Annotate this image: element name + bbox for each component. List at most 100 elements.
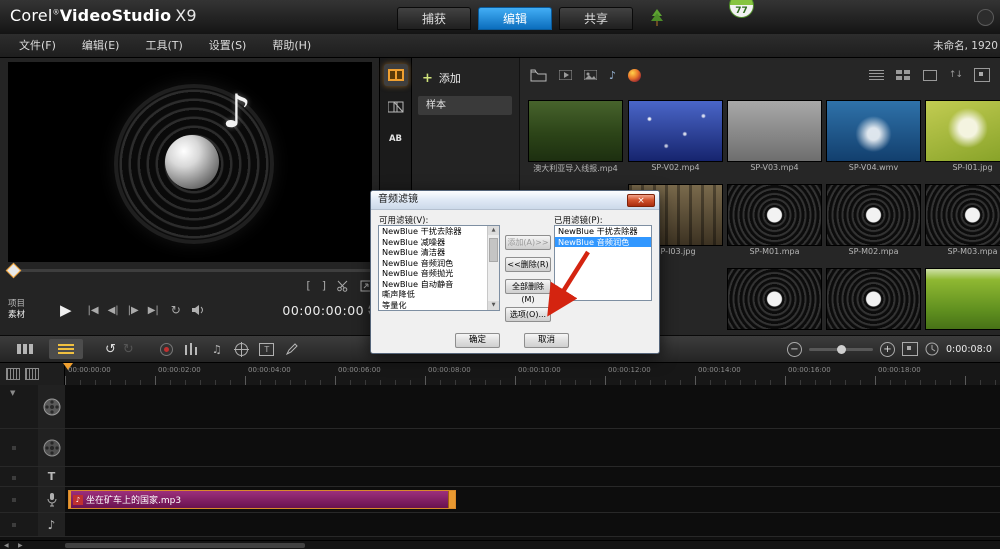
nav-media-button[interactable] xyxy=(383,64,408,86)
list-scrollbar[interactable]: ▲ ▼ xyxy=(487,226,499,310)
overlay-track-button[interactable] xyxy=(38,429,66,466)
ok-button[interactable]: 确定 xyxy=(455,333,500,348)
motion-tracking-button[interactable] xyxy=(233,340,251,358)
record-capture-button[interactable] xyxy=(158,340,176,358)
video-track-lane[interactable] xyxy=(65,385,1000,428)
repeat-button[interactable]: ↻ xyxy=(171,303,181,317)
library-thumbnail[interactable] xyxy=(727,268,822,330)
subtitle-editor-button[interactable]: T xyxy=(258,340,276,358)
painting-creator-button[interactable] xyxy=(283,340,301,358)
storyboard-view-button[interactable] xyxy=(8,339,42,359)
scroll-right-button[interactable]: ▶ xyxy=(18,542,23,549)
split-clip-icon[interactable] xyxy=(337,280,349,292)
menu-settings[interactable]: 设置(S) xyxy=(196,34,260,58)
tab-capture[interactable]: 捕获 xyxy=(397,7,471,30)
clip-left-edge[interactable] xyxy=(69,491,71,508)
track-options-icon[interactable] xyxy=(12,475,16,480)
timeline-zoom-slider[interactable] xyxy=(809,344,873,354)
gallery-item-samples[interactable]: 样本 xyxy=(418,96,512,115)
nav-transition-button[interactable] xyxy=(384,96,408,118)
seek-bar[interactable] xyxy=(5,262,372,279)
add-gallery-button[interactable]: + 添加 xyxy=(422,70,461,86)
menu-tools[interactable]: 工具(T) xyxy=(132,34,195,58)
nav-title-button[interactable]: AB xyxy=(384,128,408,150)
overlay-track-lane[interactable] xyxy=(65,429,1000,466)
scroll-up-icon[interactable]: ▲ xyxy=(488,226,499,235)
scroll-thumb[interactable] xyxy=(489,238,498,262)
remove-filter-button[interactable]: <<删除(R) xyxy=(505,257,551,272)
notification-badge[interactable]: 77 xyxy=(729,0,754,18)
library-thumbnail[interactable] xyxy=(925,268,1000,330)
fit-project-icon[interactable] xyxy=(902,342,918,356)
track-options-icon[interactable] xyxy=(12,445,16,450)
title-track-lane[interactable] xyxy=(65,467,1000,486)
voice-track-button[interactable] xyxy=(38,487,66,512)
music-track-button[interactable]: ♪ xyxy=(38,513,66,536)
menu-edit[interactable]: 编辑(E) xyxy=(69,34,133,58)
library-thumbnail[interactable]: SP-I01.jpg xyxy=(925,100,1000,175)
filter-list-item[interactable]: NewBlue 自动静音 xyxy=(379,279,499,290)
filter-photo-icon[interactable] xyxy=(584,70,597,80)
previous-frame-button[interactable]: ◀| xyxy=(108,305,119,316)
cloud-media-icon[interactable] xyxy=(628,68,642,82)
scroll-left-button[interactable]: ◀ xyxy=(4,542,9,549)
filter-video-icon[interactable] xyxy=(559,70,572,80)
menu-file[interactable]: 文件(F) xyxy=(6,34,69,58)
filter-list-item[interactable]: 等量化 xyxy=(379,300,499,311)
redo-button[interactable]: ↻ xyxy=(123,342,134,357)
ripple-editing-icon[interactable] xyxy=(25,368,39,380)
auto-music-button[interactable]: ♫ xyxy=(208,340,226,358)
track-options-icon[interactable] xyxy=(12,523,16,528)
track-manager-icon[interactable] xyxy=(6,368,20,380)
options-panel-icon[interactable] xyxy=(974,68,990,82)
tab-share[interactable]: 共享 xyxy=(559,7,633,30)
library-thumbnail[interactable]: SP-V03.mp4 xyxy=(727,100,822,175)
library-thumbnail[interactable]: SP-M02.mpa xyxy=(826,184,921,259)
used-filter-item-selected[interactable]: NewBlue 音频润色 xyxy=(555,236,651,247)
filter-list-item[interactable]: NewBlue 音频润色 xyxy=(379,258,499,269)
zoom-out-button[interactable]: − xyxy=(787,341,802,357)
remove-all-filters-button[interactable]: 全部删除(M) xyxy=(505,279,551,304)
import-folder-icon[interactable] xyxy=(530,69,547,82)
mode-project-label[interactable]: 项目 xyxy=(8,299,38,310)
dialog-close-button[interactable]: × xyxy=(627,194,655,207)
sort-icon[interactable]: ↑↓ xyxy=(949,70,963,80)
voice-track-lane[interactable]: ♪ 坐在矿车上的国家.mp3 xyxy=(65,487,1000,512)
zoom-slider-handle[interactable] xyxy=(837,344,846,354)
library-thumbnail[interactable]: 澳大利亚导入线报.mp4 xyxy=(528,100,623,175)
music-track-lane[interactable] xyxy=(65,513,1000,536)
library-thumbnail[interactable]: SP-M01.mpa xyxy=(727,184,822,259)
filter-list-item[interactable]: NewBlue 清洁器 xyxy=(379,247,499,258)
filter-audio-icon[interactable]: ♪ xyxy=(609,69,616,82)
tab-edit[interactable]: 编辑 xyxy=(478,7,552,30)
undo-button[interactable]: ↺ xyxy=(105,342,116,357)
thumbnail-view-icon[interactable] xyxy=(895,69,911,81)
library-thumbnail[interactable]: SP-M03.mpa xyxy=(925,184,1000,259)
cancel-button[interactable]: 取消 xyxy=(524,333,569,348)
volume-button[interactable] xyxy=(191,304,205,316)
mark-out-button[interactable]: ] xyxy=(322,279,326,292)
duration-clock-icon[interactable] xyxy=(925,342,939,356)
clip-trim-handle[interactable] xyxy=(448,491,455,508)
filter-list-item[interactable]: 嘶声降低 xyxy=(379,289,499,300)
add-filter-button[interactable]: 添加(A)>> xyxy=(505,235,551,250)
chevron-down-icon[interactable]: ▼ xyxy=(10,389,15,397)
mode-clip-label[interactable]: 素材 xyxy=(8,310,38,321)
sound-mixer-button[interactable] xyxy=(183,340,201,358)
next-frame-button[interactable]: |▶ xyxy=(128,305,139,316)
library-thumbnail[interactable]: SP-V02.mp4 xyxy=(628,100,723,175)
go-start-button[interactable]: |◀ xyxy=(88,305,99,316)
timeline-ruler[interactable]: 00:00:00:00 00:00:02:00 00:00:04:00 00:0… xyxy=(63,363,1000,385)
filter-list-item[interactable]: NewBlue 干扰去除器 xyxy=(379,226,499,237)
used-filters-list[interactable]: NewBlue 干扰去除器 NewBlue 音频润色 xyxy=(554,225,652,301)
mark-in-button[interactable]: [ xyxy=(306,279,310,292)
filter-list-item[interactable]: NewBlue 音频抛光 xyxy=(379,268,499,279)
video-track-button[interactable] xyxy=(38,385,66,428)
library-thumbnail[interactable] xyxy=(826,268,921,330)
available-filters-list[interactable]: NewBlue 干扰去除器 NewBlue 减噪器 NewBlue 清洁器 Ne… xyxy=(378,225,500,311)
audio-clip[interactable]: ♪ 坐在矿车上的国家.mp3 xyxy=(68,490,456,509)
help-icon[interactable] xyxy=(977,9,994,26)
filter-list-item[interactable]: NewBlue 减噪器 xyxy=(379,237,499,248)
library-thumbnail[interactable]: SP-V04.wmv xyxy=(826,100,921,175)
go-end-button[interactable]: ▶| xyxy=(148,305,159,316)
